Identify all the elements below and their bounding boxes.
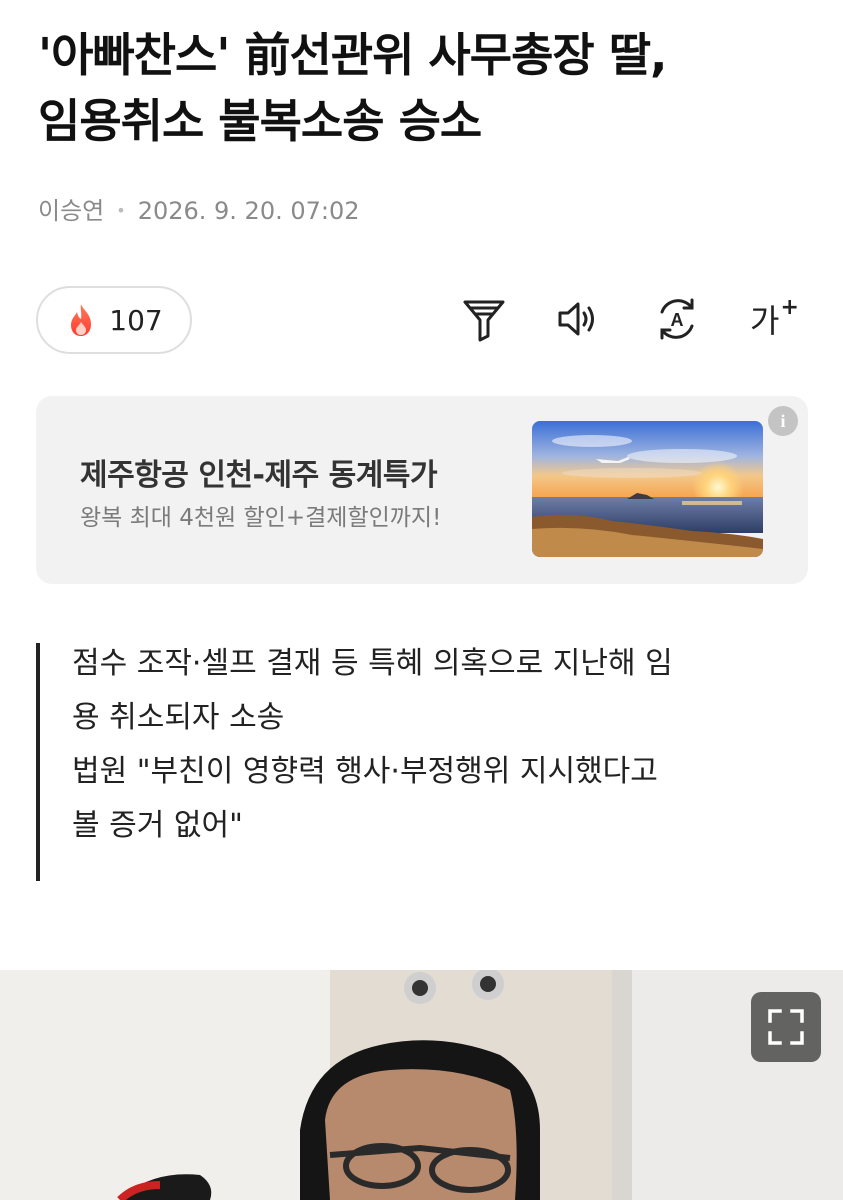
- article-meta: 이승연 • 2026. 9. 20. 07:02: [38, 196, 360, 226]
- reaction-button[interactable]: 107: [36, 286, 192, 354]
- summary-line-4: 볼 증거 없어": [72, 808, 243, 843]
- audio-button[interactable]: [553, 294, 603, 344]
- speaker-icon: [558, 302, 594, 336]
- reaction-count: 107: [109, 303, 163, 337]
- summary-line-2: 용 취소되자 소송: [72, 700, 285, 735]
- filter-button[interactable]: [459, 294, 509, 344]
- ad-banner[interactable]: 제주항공 인천-제주 동계특가 왕복 최대 4천원 할인+결제할인까지! i: [36, 396, 808, 584]
- fire-icon: [71, 304, 92, 336]
- ad-title: 제주항공 인천-제주 동계특가: [80, 458, 438, 493]
- article-headline: '아빠찬스' 前선관위 사무총장 딸, 임용취소 불복소송 승소: [38, 22, 818, 154]
- svg-text:A: A: [671, 310, 684, 330]
- plus-icon: +: [780, 294, 799, 320]
- article-photo[interactable]: [0, 970, 843, 1200]
- filter-icon: [463, 300, 505, 342]
- font-size-label: 가: [750, 302, 780, 340]
- headline-line-2: 임용취소 불복소송 승소: [38, 94, 482, 148]
- meta-separator: •: [116, 201, 126, 220]
- expand-button[interactable]: [751, 992, 821, 1062]
- summary-line-1: 점수 조작·셀프 결재 등 특혜 의혹으로 지난해 임: [72, 646, 673, 681]
- fullscreen-icon: [768, 1009, 804, 1045]
- font-size-button[interactable]: 가 +: [744, 294, 804, 344]
- publish-datetime: 2026. 9. 20. 07:02: [137, 197, 360, 225]
- author-name[interactable]: 이승연: [38, 196, 104, 226]
- summary-line-3: 법원 "부친이 영향력 행사·부정행위 지시했다고: [72, 754, 658, 789]
- ad-info-icon[interactable]: i: [768, 406, 798, 436]
- ad-subtitle: 왕복 최대 4천원 할인+결제할인까지!: [80, 505, 442, 531]
- translate-button[interactable]: A: [652, 294, 702, 344]
- headline-line-1: '아빠찬스' 前선관위 사무총장 딸,: [38, 28, 668, 82]
- ad-image: [532, 421, 763, 557]
- article-summary: 점수 조작·셀프 결재 등 특혜 의혹으로 지난해 임 용 취소되자 소송 법원…: [36, 643, 806, 881]
- translate-icon: A: [660, 298, 694, 340]
